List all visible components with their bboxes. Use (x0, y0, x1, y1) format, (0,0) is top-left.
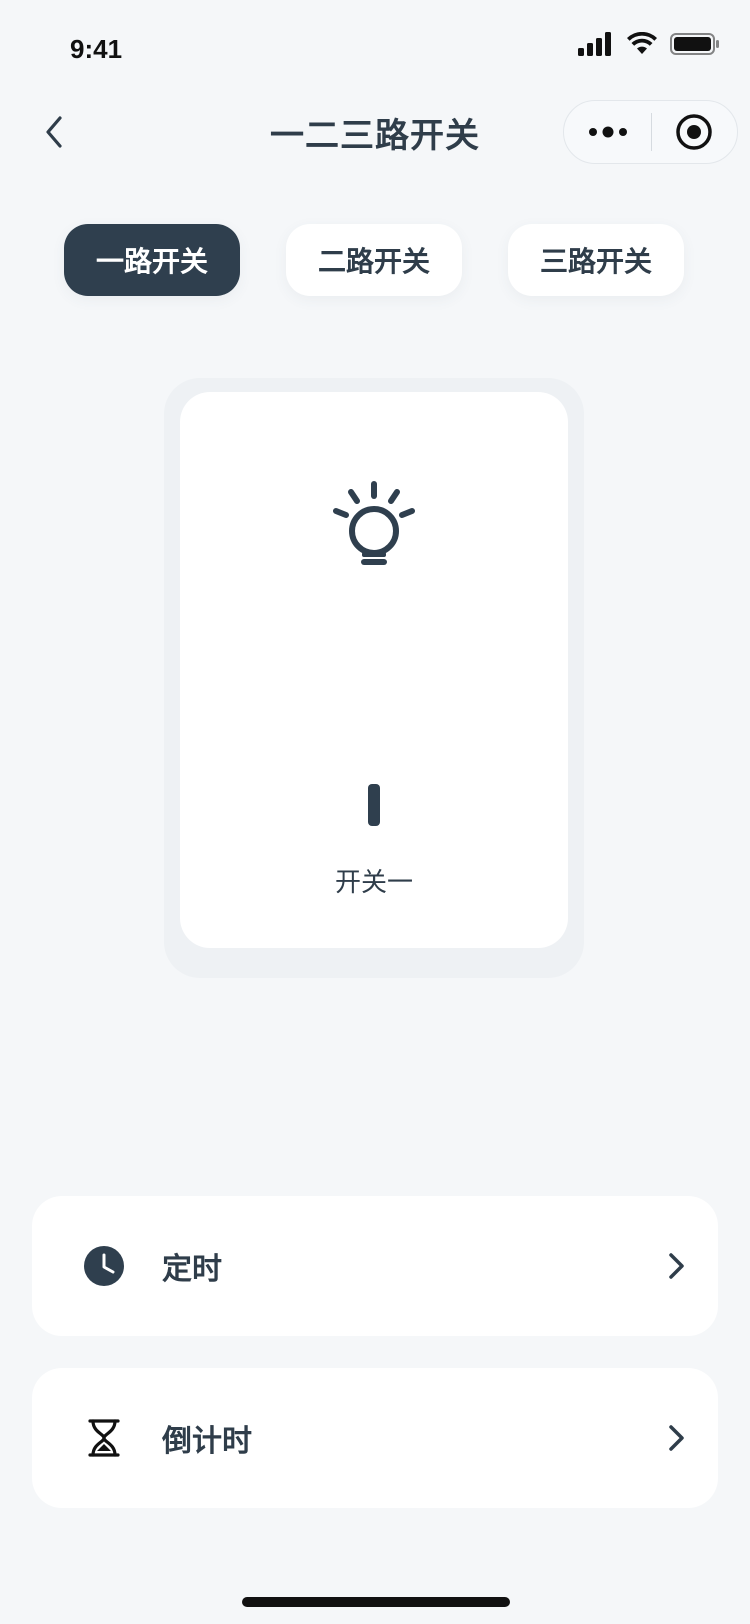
switch-button[interactable]: 开关一 (180, 392, 568, 948)
tab-switch-3[interactable]: 三路开关 (508, 224, 684, 296)
countdown-label: 倒计时 (162, 1424, 252, 1459)
mini-program-capsule (563, 100, 738, 164)
clock-icon (84, 1246, 124, 1286)
screen: 9:41 一二三路开关 一路开关 二路开关 三路开关 开关一 定时 倒计时 (0, 0, 750, 1624)
switch-panel: 开关一 (164, 378, 584, 978)
tab-switch-2[interactable]: 二路开关 (286, 224, 462, 296)
lightbulb-icon (333, 481, 415, 565)
target-icon (676, 114, 713, 150)
close-mini-program-button[interactable] (652, 100, 737, 164)
tab-switch-1[interactable]: 一路开关 (64, 224, 240, 296)
chevron-right-icon (669, 1253, 684, 1279)
hourglass-icon (88, 1419, 120, 1457)
status-icons (578, 32, 720, 56)
switch-name: 开关一 (334, 868, 413, 898)
home-indicator (242, 1597, 510, 1607)
wifi-icon (627, 32, 657, 54)
more-button[interactable] (564, 100, 651, 164)
chevron-right-icon (669, 1425, 684, 1451)
status-time: 9:41 (70, 34, 123, 64)
timer-label: 定时 (162, 1252, 222, 1287)
switch-indicator (368, 784, 380, 826)
signal-icon (578, 32, 611, 56)
countdown-row[interactable]: 倒计时 (32, 1368, 718, 1508)
timer-row[interactable]: 定时 (32, 1196, 718, 1336)
more-dots-icon (588, 126, 627, 138)
battery-icon (670, 33, 719, 55)
